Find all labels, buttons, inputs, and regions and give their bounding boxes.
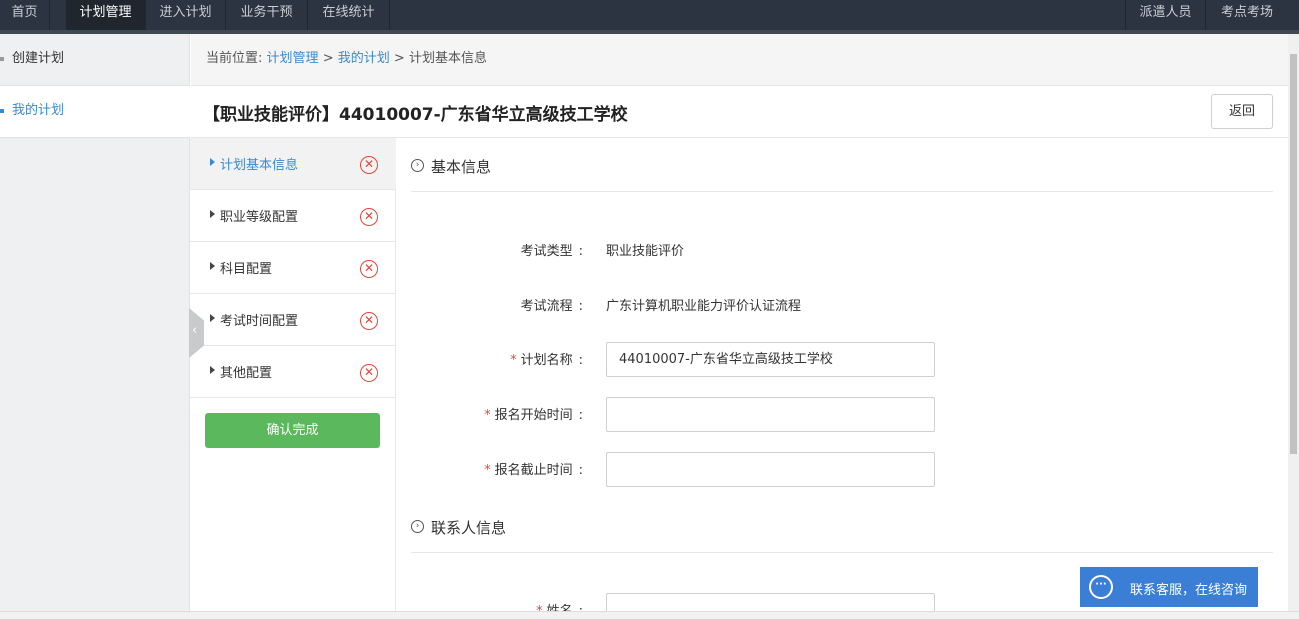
step-basic-info[interactable]: 计划基本信息 ✕ [190,138,396,190]
nav-item-enter-plan[interactable]: 进入计划 [146,0,226,30]
step-label: 职业等级配置 [220,210,299,225]
exam-flow-label: 考试流程: [520,299,583,314]
reg-end-time-input[interactable] [606,452,935,487]
nav-item-business-intervention[interactable]: 业务干预 [226,0,308,30]
customer-service-chat-button[interactable]: ··· 联系客服，在线咨询 [1080,567,1258,607]
sidebar-item-create-plan[interactable]: 创建计划 [0,34,190,86]
x-circle-icon: ✕ [360,312,378,330]
nav-item-dispatch-staff[interactable]: 派遣人员 [1125,0,1205,30]
breadcrumb: 当前位置: 计划管理 > 我的计划 > 计划基本信息 [191,34,1288,86]
section-title: 联系人信息 [431,519,507,537]
form-area: › 基本信息 考试类型: 职业技能评价 考试流程: 广东计算机职业能力评价认证流… [396,138,1288,619]
page-title: 【职业技能评价】44010007-广东省华立高级技工学校 [203,105,628,125]
plan-name-input[interactable]: 44010007-广东省华立高级技工学校 [606,342,935,377]
breadcrumb-prefix: 当前位置: [206,51,263,66]
page-header: 【职业技能评价】44010007-广东省华立高级技工学校 返回 [191,86,1288,138]
step-label: 科目配置 [220,262,273,277]
step-exam-time-config[interactable]: 考试时间配置 ✕ [190,294,396,346]
chat-label: 联系客服，在线咨询 [1130,583,1248,598]
breadcrumb-link-my-plans[interactable]: 我的计划 [338,51,390,66]
top-nav: 首页 计划管理 进入计划 业务干预 在线统计 派遣人员 考点考场 [0,0,1299,34]
confirm-complete-button[interactable]: 确认完成 [205,413,380,448]
caret-right-icon [210,262,215,270]
chevron-right-circle-icon: › [411,520,424,533]
breadcrumb-separator: > [393,51,405,66]
breadcrumb-current: 计划基本信息 [408,51,487,66]
step-label: 计划基本信息 [220,158,299,173]
section-title: 基本信息 [431,158,492,176]
nav-item-online-stats[interactable]: 在线统计 [308,0,390,30]
exam-type-value: 职业技能评价 [606,244,685,259]
step-level-config[interactable]: 职业等级配置 ✕ [190,190,396,242]
caret-right-icon [210,314,215,322]
back-button[interactable]: 返回 [1211,94,1273,129]
bullet-icon [0,57,4,61]
sidebar: 创建计划 我的计划 [0,34,190,619]
step-label: 其他配置 [220,366,273,381]
exam-type-label: 考试类型: [520,244,583,259]
x-circle-icon: ✕ [360,208,378,226]
nav-item-exam-sites[interactable]: 考点考场 [1205,0,1288,30]
x-circle-icon: ✕ [360,364,378,382]
browser-status-bar [0,611,1299,619]
scrollbar-thumb[interactable] [1290,54,1297,454]
exam-flow-value: 广东计算机职业能力评价认证流程 [606,299,802,314]
section-basic-info: › 基本信息 [411,138,1273,192]
nav-item-home[interactable]: 首页 [0,0,50,30]
x-circle-icon: ✕ [360,156,378,174]
breadcrumb-separator: > [322,51,334,66]
chevron-left-icon: ‹ [192,323,198,338]
bullet-icon [0,109,4,113]
vertical-scrollbar[interactable] [1288,34,1299,619]
breadcrumb-link-plan-management[interactable]: 计划管理 [267,51,319,66]
reg-start-time-input[interactable] [606,397,935,432]
plan-name-label: * 计划名称: [510,353,583,368]
chevron-right-circle-icon: › [411,159,424,172]
step-subject-config[interactable]: 科目配置 ✕ [190,242,396,294]
sidebar-item-label: 创建计划 [12,51,65,66]
caret-right-icon [210,158,215,166]
reg-end-label: * 报名截止时间: [484,463,583,478]
section-contact-info: › 联系人信息 [411,499,1273,553]
x-circle-icon: ✕ [360,260,378,278]
step-label: 考试时间配置 [220,314,299,329]
reg-start-label: * 报名开始时间: [484,408,583,423]
steps-panel: 计划基本信息 ✕ 职业等级配置 ✕ 科目配置 ✕ 考试时间配置 ✕ 其他配置 ✕… [190,138,396,619]
nav-item-plan-management[interactable]: 计划管理 [66,0,146,30]
chat-bubble-icon: ··· [1089,575,1113,599]
caret-right-icon [210,210,215,218]
sidebar-item-my-plans[interactable]: 我的计划 [0,86,190,138]
sidebar-item-label: 我的计划 [12,103,65,118]
step-other-config[interactable]: 其他配置 ✕ [190,346,396,398]
caret-right-icon [210,366,215,374]
